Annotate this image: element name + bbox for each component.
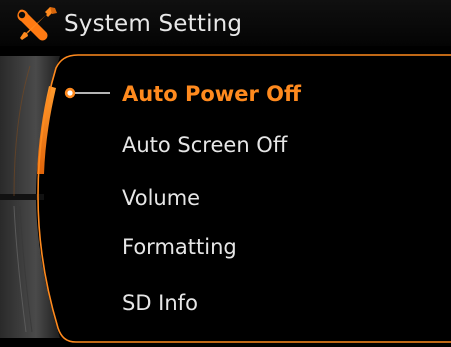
menu-item-formatting[interactable]: Formatting <box>122 234 237 260</box>
menu-item-auto-power-off[interactable]: Auto Power Off <box>122 81 301 107</box>
settings-menu-panel: Auto Power Off Auto Screen Off Volume Fo… <box>0 46 451 347</box>
rotary-dial[interactable] <box>0 56 60 338</box>
header-bar: System Setting <box>0 0 451 46</box>
wrench-screwdriver-icon <box>17 7 57 41</box>
menu-item-sd-info[interactable]: SD Info <box>122 290 198 316</box>
system-setting-screen: System Setting Auto Power Off Auto Scree… <box>0 0 451 347</box>
selection-indicator <box>64 87 110 99</box>
menu-item-auto-screen-off[interactable]: Auto Screen Off <box>122 132 287 158</box>
page-title: System Setting <box>64 11 243 37</box>
menu-item-volume[interactable]: Volume <box>122 185 200 211</box>
